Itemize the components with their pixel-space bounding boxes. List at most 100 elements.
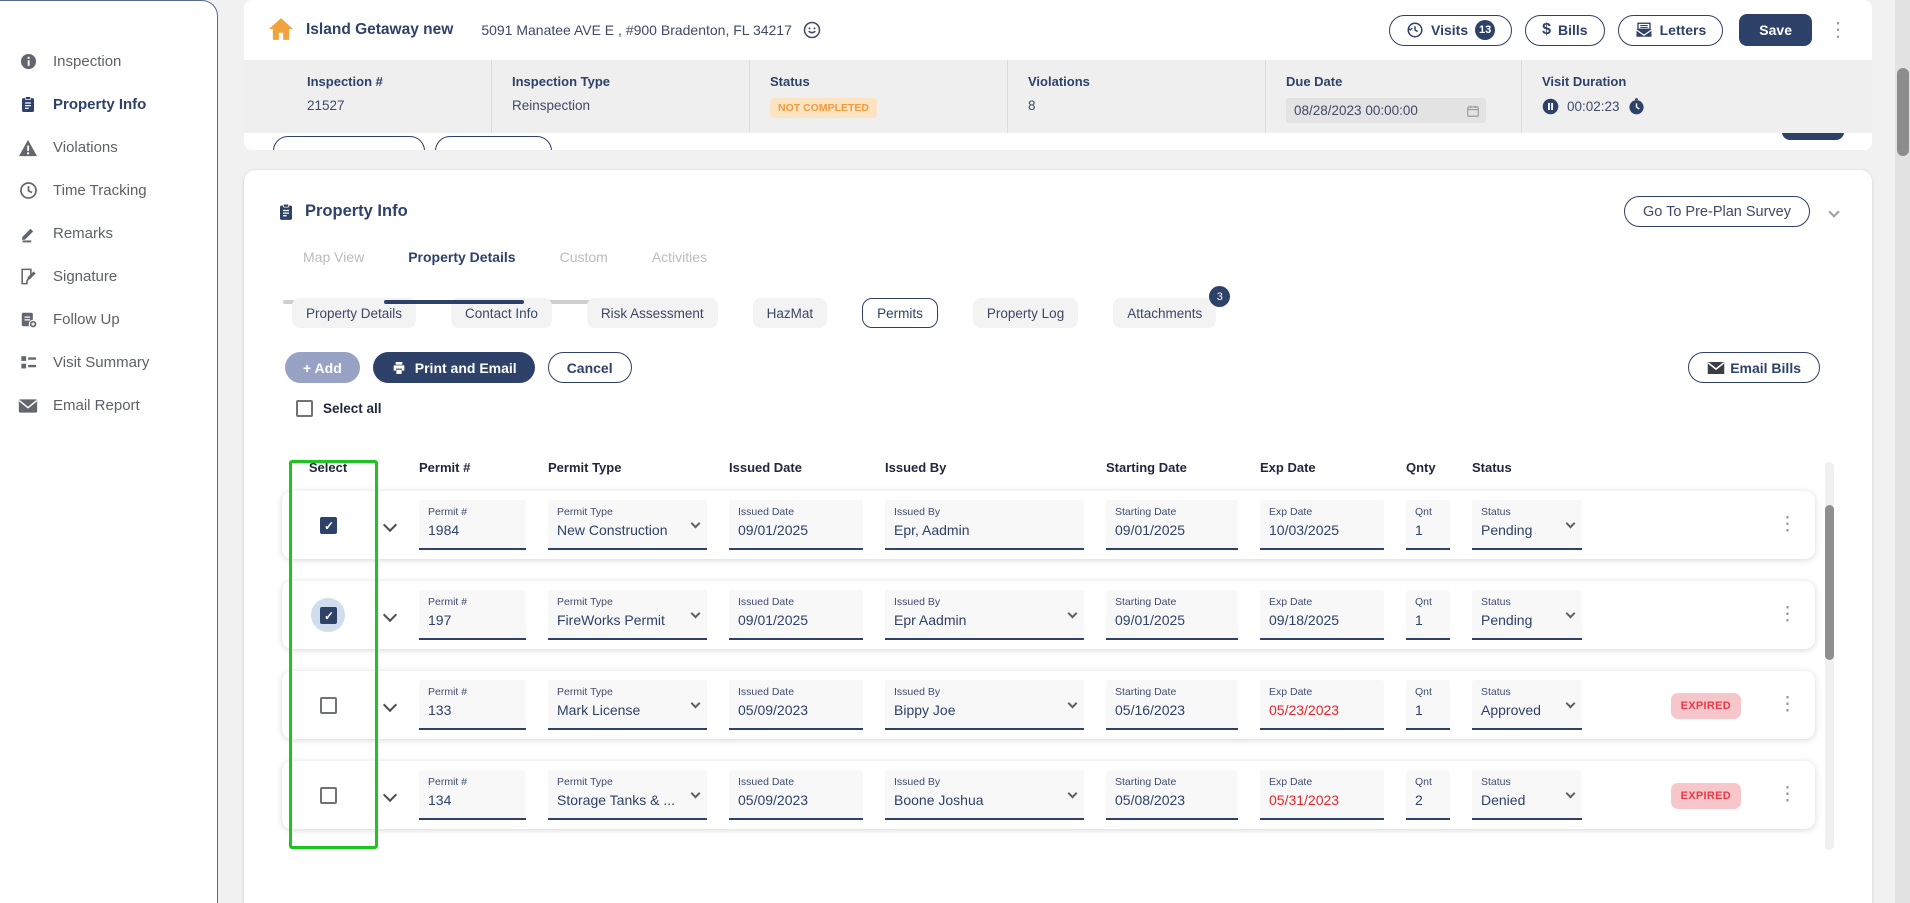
collapse-chevron-icon[interactable] [1828,206,1839,217]
sidebar-item-email-report[interactable]: Email Report [0,384,217,427]
chip-hazmat[interactable]: HazMat [753,298,828,328]
starting-date-field[interactable]: Starting Date 09/01/2025 [1106,590,1238,640]
issued-date-field[interactable]: Issued Date 05/09/2023 [729,770,863,820]
permit-number-field[interactable]: Permit # 134 [419,770,526,820]
permit-number-field[interactable]: Permit # 197 [419,590,526,640]
column-header-starting-date: Starting Date [1106,460,1238,475]
cutoff-buttons-strip [244,133,1872,150]
exp-date-field[interactable]: Exp Date 09/18/2025 [1260,590,1384,640]
sidebar-item-signature[interactable]: Signature [0,255,217,298]
sidebar-item-visit-summary[interactable]: Visit Summary [0,341,217,384]
column-header-exp-date: Exp Date [1260,460,1384,475]
email-bills-button[interactable]: Email Bills [1688,352,1820,383]
visits-button[interactable]: Visits 13 [1389,15,1512,46]
issued-date-field[interactable]: Issued Date 09/01/2025 [729,500,863,550]
list-icon [18,353,38,373]
waze-icon[interactable] [802,20,822,40]
due-date-input[interactable]: 08/28/2023 00:00:00 [1286,98,1486,123]
issued-by-field[interactable]: Issued By Epr, Aadmin [885,500,1084,550]
column-header-status: Status [1472,460,1582,475]
permit-number-field[interactable]: Permit # 133 [419,680,526,730]
permit-type-field[interactable]: Permit Type Mark License [548,680,707,730]
sidebar-item-time-tracking[interactable]: Time Tracking [0,169,217,212]
pause-icon[interactable] [1542,98,1559,115]
exp-date-field[interactable]: Exp Date 05/31/2023 [1260,770,1384,820]
warning-icon [18,138,38,158]
sidebar-item-property-info[interactable]: Property Info [0,83,217,126]
chip-permits[interactable]: Permits [862,298,938,328]
row-expander-chevron-icon[interactable] [383,788,397,802]
select-all-checkbox[interactable] [296,400,313,417]
add-button[interactable]: + Add [285,352,360,383]
property-address: 5091 Manatee AVE E , #900 Bradenton, FL … [481,22,792,38]
signature-icon [18,267,38,287]
issued-by-field[interactable]: Issued By Boone Joshua [885,770,1084,820]
row-checkbox[interactable] [320,607,337,624]
print-and-email-button[interactable]: Print and Email [373,352,535,383]
starting-date-field[interactable]: Starting Date 05/08/2023 [1106,770,1238,820]
row-expander-chevron-icon[interactable] [383,698,397,712]
row-kebab-menu-icon[interactable]: ⋮ [1778,605,1797,624]
tab-map-view[interactable]: Map View [303,249,364,277]
row-kebab-menu-icon[interactable]: ⋮ [1778,695,1797,714]
qnt-field[interactable]: Qnt 1 [1406,590,1450,640]
header-kebab-menu-icon[interactable]: ⋮ [1828,20,1848,40]
violations-value: 8 [1028,98,1265,113]
status-field[interactable]: Status Denied [1472,770,1582,820]
row-kebab-menu-icon[interactable]: ⋮ [1778,515,1797,534]
row-expander-chevron-icon[interactable] [383,518,397,532]
qnt-field[interactable]: Qnt 1 [1406,680,1450,730]
row-checkbox[interactable] [320,697,337,714]
sidebar-item-remarks[interactable]: Remarks [0,212,217,255]
visit-duration-label: Visit Duration [1542,74,1872,89]
starting-date-field[interactable]: Starting Date 05/16/2023 [1106,680,1238,730]
save-button[interactable]: Save [1739,14,1812,46]
column-header-select: Select [282,460,374,475]
exp-date-field[interactable]: Exp Date 05/23/2023 [1260,680,1384,730]
cancel-button[interactable]: Cancel [548,352,632,383]
tab-active-indicator [384,300,524,304]
issued-date-field[interactable]: Issued Date 05/09/2023 [729,680,863,730]
chip-attachments[interactable]: Attachments 3 [1113,298,1216,328]
sidebar-item-follow-up[interactable]: Follow Up [0,298,217,341]
sidebar-item-violations[interactable]: Violations [0,126,217,169]
qnt-field[interactable]: Qnt 2 [1406,770,1450,820]
exp-date-field[interactable]: Exp Date 10/03/2025 [1260,500,1384,550]
permit-number-field[interactable]: Permit # 1984 [419,500,526,550]
row-checkbox[interactable] [320,517,337,534]
tab-custom[interactable]: Custom [560,249,608,277]
issued-by-field[interactable]: Issued By Bippy Joe [885,680,1084,730]
permit-type-field[interactable]: Permit Type Storage Tanks & ... [548,770,707,820]
chip-property-log[interactable]: Property Log [973,298,1078,328]
print-and-email-label: Print and Email [415,360,517,376]
table-scrollbar-thumb[interactable] [1825,505,1834,660]
app-window: Inspection Property Info Violations Time… [0,0,1910,903]
column-header-permit-type: Permit Type [548,460,707,475]
qnt-field[interactable]: Qnt 1 [1406,500,1450,550]
stopwatch-icon[interactable] [1628,98,1645,115]
bills-button[interactable]: $ Bills [1525,15,1604,46]
cutoff-button-3 [1782,133,1844,140]
issued-date-field[interactable]: Issued Date 09/01/2025 [729,590,863,640]
sidebar-item-label: Visit Summary [53,354,149,371]
chip-risk-assessment[interactable]: Risk Assessment [587,298,718,328]
letters-button[interactable]: Letters [1618,15,1724,46]
row-kebab-menu-icon[interactable]: ⋮ [1778,785,1797,804]
issued-by-field[interactable]: Issued By Epr Aadmin [885,590,1084,640]
row-expander-chevron-icon[interactable] [383,608,397,622]
permit-type-field[interactable]: Permit Type New Construction [548,500,707,550]
sidebar-item-label: Inspection [53,53,121,70]
page-scrollbar-thumb[interactable] [1897,68,1909,156]
status-field[interactable]: Status Approved [1472,680,1582,730]
row-checkbox[interactable] [320,787,337,804]
permit-row-1: Permit # 1984 Permit Type New Constructi… [282,491,1815,559]
status-field[interactable]: Status Pending [1472,500,1582,550]
tab-property-details[interactable]: Property Details [408,249,515,277]
go-to-preplan-survey-button[interactable]: Go To Pre-Plan Survey [1624,196,1810,227]
sidebar-item-inspection[interactable]: Inspection [0,40,217,83]
status-field[interactable]: Status Pending [1472,590,1582,640]
starting-date-field[interactable]: Starting Date 09/01/2025 [1106,500,1238,550]
sidebar-item-label: Time Tracking [53,182,147,199]
tab-activities[interactable]: Activities [652,249,707,277]
permit-type-field[interactable]: Permit Type FireWorks Permit [548,590,707,640]
